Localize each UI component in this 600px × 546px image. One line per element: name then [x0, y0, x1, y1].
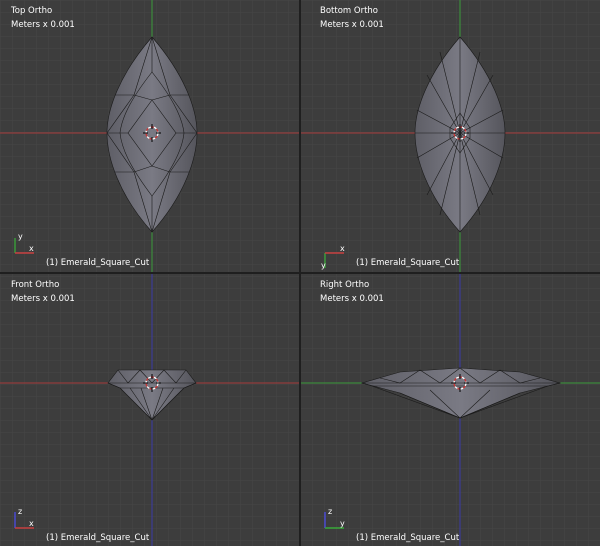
viewport-top[interactable]: Top Ortho Meters x 0.001 y x (1) Emerald…: [0, 0, 299, 272]
object-name-label: (1) Emerald_Square_Cut: [356, 258, 460, 268]
view-name-label: Top Ortho: [10, 6, 52, 16]
viewport-front[interactable]: Front Ortho Meters x 0.001 z x (1) Emera…: [0, 274, 299, 546]
scale-label: Meters x 0.001: [320, 294, 384, 304]
scale-label: Meters x 0.001: [320, 20, 384, 30]
gizmo-label-horizontal: x: [340, 244, 345, 253]
viewport-divider-horizontal[interactable]: [0, 272, 600, 274]
view-name-label: Right Ortho: [320, 280, 369, 290]
viewport-right[interactable]: Right Ortho Meters x 0.001 z y (1) Emera…: [301, 274, 600, 546]
gizmo-label-horizontal: x: [29, 519, 34, 528]
object-name-label: (1) Emerald_Square_Cut: [46, 258, 150, 268]
gizmo-label-horizontal: x: [29, 244, 34, 253]
viewport-layout: Top Ortho Meters x 0.001 y x (1) Emerald…: [0, 0, 600, 546]
scale-label: Meters x 0.001: [11, 20, 75, 30]
scale-label: Meters x 0.001: [11, 294, 75, 304]
view-name-label: Front Ortho: [11, 280, 59, 290]
object-name-label: (1) Emerald_Square_Cut: [356, 533, 460, 543]
gizmo-label-vertical: y: [18, 232, 23, 241]
gizmo-label-vertical: z: [328, 507, 332, 516]
object-name-label: (1) Emerald_Square_Cut: [46, 533, 150, 543]
gizmo-label-vertical: y: [321, 261, 326, 270]
view-name-label: Bottom Ortho: [320, 6, 378, 16]
viewport-bottom[interactable]: Bottom Ortho Meters x 0.001 y x (1) Emer…: [301, 0, 600, 272]
gizmo-label-vertical: z: [18, 507, 22, 516]
gizmo-label-horizontal: y: [340, 519, 345, 528]
